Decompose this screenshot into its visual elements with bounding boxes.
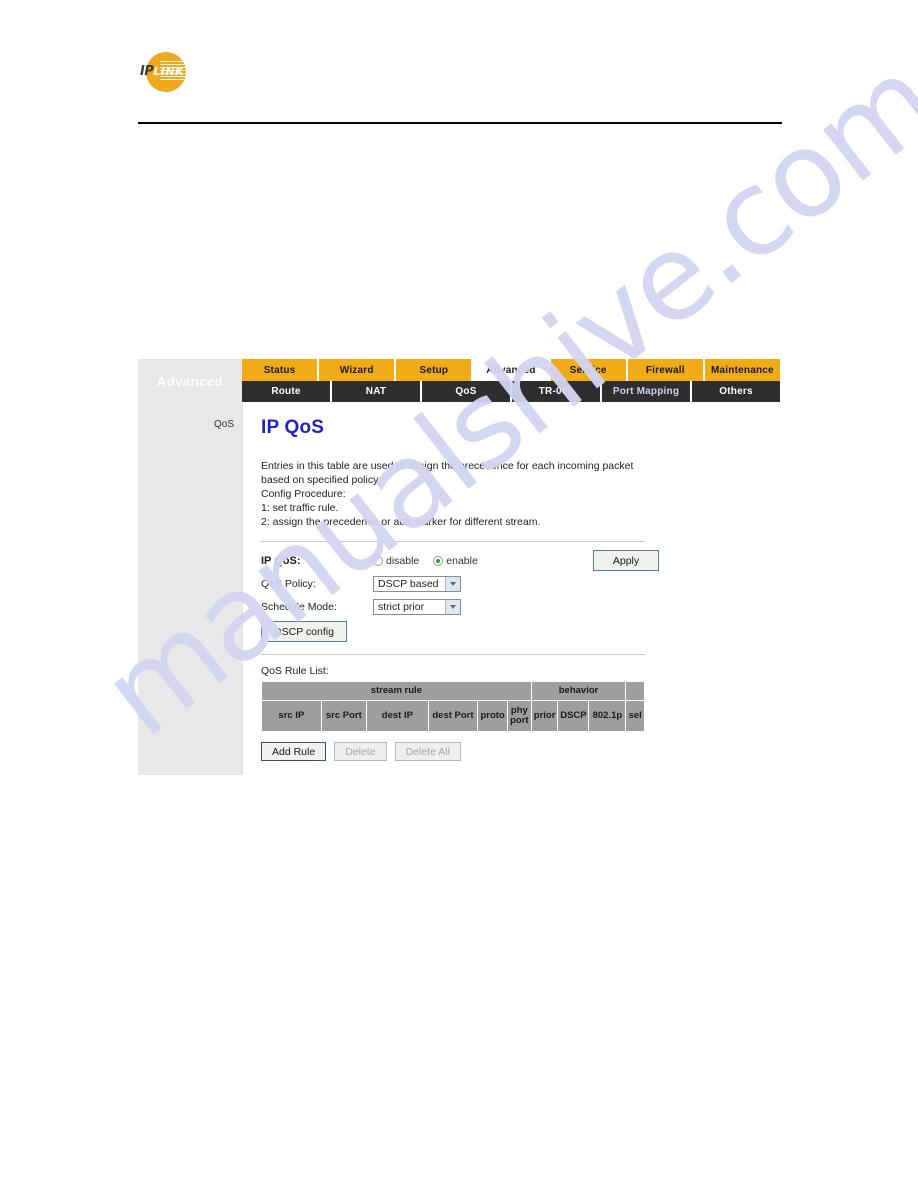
ip-qos-row: IP QoS: disable enable (261, 552, 645, 569)
group-header-behavior: behavior (530, 681, 627, 701)
panel-body: QoS IP QoS Entries in this table are use… (138, 403, 780, 775)
radio-disable[interactable]: disable (373, 555, 419, 567)
logo-text-link: LINK (153, 65, 185, 78)
schedule-mode-select[interactable]: strict prior (373, 598, 461, 615)
dscp-config-button[interactable]: DSCP config (261, 621, 347, 642)
qos-policy-select[interactable]: DSCP based (373, 575, 461, 592)
tab-setup[interactable]: Setup (396, 359, 474, 381)
column-header-dscp: DSCP (557, 700, 590, 732)
header-divider (138, 122, 782, 124)
subtab-port-mapping[interactable]: Port Mapping (602, 381, 692, 402)
chevron-down-icon[interactable] (445, 599, 460, 614)
add-rule-button[interactable]: Add Rule (261, 742, 327, 761)
qos-settings-form: IP QoS: disable enable Apply QoS Policy:… (261, 550, 659, 642)
section-divider-top (261, 541, 645, 542)
subtab-tr069[interactable]: TR-069 (512, 381, 602, 402)
tab-service[interactable]: Service (550, 359, 628, 381)
chevron-down-icon[interactable] (445, 576, 460, 591)
sidebar-header-label: Advanced (156, 373, 224, 389)
radio-disable-label: disable (386, 554, 420, 567)
logo-wordmark: IPLINK (140, 64, 184, 79)
page-description: Entries in this table are used to assign… (261, 459, 661, 529)
column-header-phy-port: phy port (507, 700, 532, 732)
page-title: IP QoS (261, 417, 325, 438)
sidebar-header: Advanced (138, 359, 242, 403)
qos-rule-table: stream rule behavior src IP src Port des… (261, 681, 645, 732)
masthead: IPLINK (138, 50, 782, 128)
delete-all-button: Delete All (394, 742, 461, 761)
column-header-dest-ip: dest IP (365, 700, 429, 732)
qos-policy-row: QoS Policy: DSCP based (261, 575, 645, 592)
delete-button: Delete (334, 742, 387, 761)
content-area: IP QoS Entries in this table are used to… (242, 403, 780, 775)
column-header-8021p: 802.1p (588, 700, 627, 732)
subtab-qos[interactable]: QoS (422, 381, 512, 402)
rule-action-buttons: Add Rule Delete Delete All (261, 742, 762, 761)
table-group-header-row: stream rule behavior (261, 681, 645, 701)
table-column-header-row: src IP src Port dest IP dest Port proto … (261, 700, 645, 732)
apply-button[interactable]: Apply (593, 550, 659, 571)
subtab-route[interactable]: Route (242, 381, 332, 402)
column-header-prior: prior (530, 700, 559, 732)
logo-text-ip: IP (140, 64, 154, 79)
description-line-3: Config Procedure: (261, 488, 346, 500)
ip-qos-label: IP QoS: (261, 554, 301, 567)
group-header-stream-rule: stream rule (261, 681, 532, 701)
secondary-tab-bar: Route NAT QoS TR-069 Port Mapping Others (242, 381, 780, 402)
schedule-mode-value: strict prior (378, 600, 425, 613)
router-admin-panel: Advanced Status Wizard Setup Advanced Se… (138, 359, 780, 775)
description-line-5: 2: assign the precedence or add marker f… (261, 516, 541, 528)
qos-policy-label: QoS Policy: (261, 577, 316, 590)
radio-enable-dot-icon[interactable] (433, 555, 444, 566)
tab-wizard[interactable]: Wizard (319, 359, 397, 381)
tab-maintenance[interactable]: Maintenance (704, 359, 780, 381)
column-header-src-ip: src IP (261, 700, 322, 732)
description-line-1: Entries in this table are used to assign… (261, 460, 634, 472)
sidebar-item-qos[interactable]: QoS (138, 417, 242, 433)
navigation-header: Advanced Status Wizard Setup Advanced Se… (138, 359, 780, 403)
description-line-2: based on specified policy. (261, 474, 381, 486)
column-header-proto: proto (477, 700, 508, 732)
tab-firewall[interactable]: Firewall (627, 359, 705, 381)
radio-enable[interactable]: enable (433, 555, 478, 567)
ip-qos-radio-group: disable enable (373, 555, 478, 567)
section-divider-bottom (261, 654, 645, 655)
column-header-dest-port: dest Port (427, 700, 479, 732)
subtab-others[interactable]: Others (692, 381, 780, 402)
radio-disable-dot-icon[interactable] (373, 555, 383, 566)
sidebar-nav: QoS (138, 403, 242, 775)
rule-list-caption: QoS Rule List: (261, 665, 329, 677)
schedule-mode-label: Schedule Mode: (261, 600, 337, 613)
schedule-mode-row: Schedule Mode: strict prior (261, 598, 645, 615)
subtab-nat[interactable]: NAT (332, 381, 422, 402)
column-header-sel: sel (625, 700, 645, 732)
tab-status[interactable]: Status (242, 359, 320, 381)
radio-enable-label: enable (446, 554, 478, 567)
description-line-4: 1: set traffic rule. (261, 502, 339, 514)
qos-policy-value: DSCP based (378, 577, 439, 590)
tab-advanced[interactable]: Advanced (473, 359, 551, 381)
group-header-blank (625, 681, 645, 701)
primary-tab-bar: Status Wizard Setup Advanced Service Fir… (242, 359, 780, 381)
column-header-src-port: src Port (320, 700, 367, 732)
iplink-logo: IPLINK (138, 50, 198, 98)
